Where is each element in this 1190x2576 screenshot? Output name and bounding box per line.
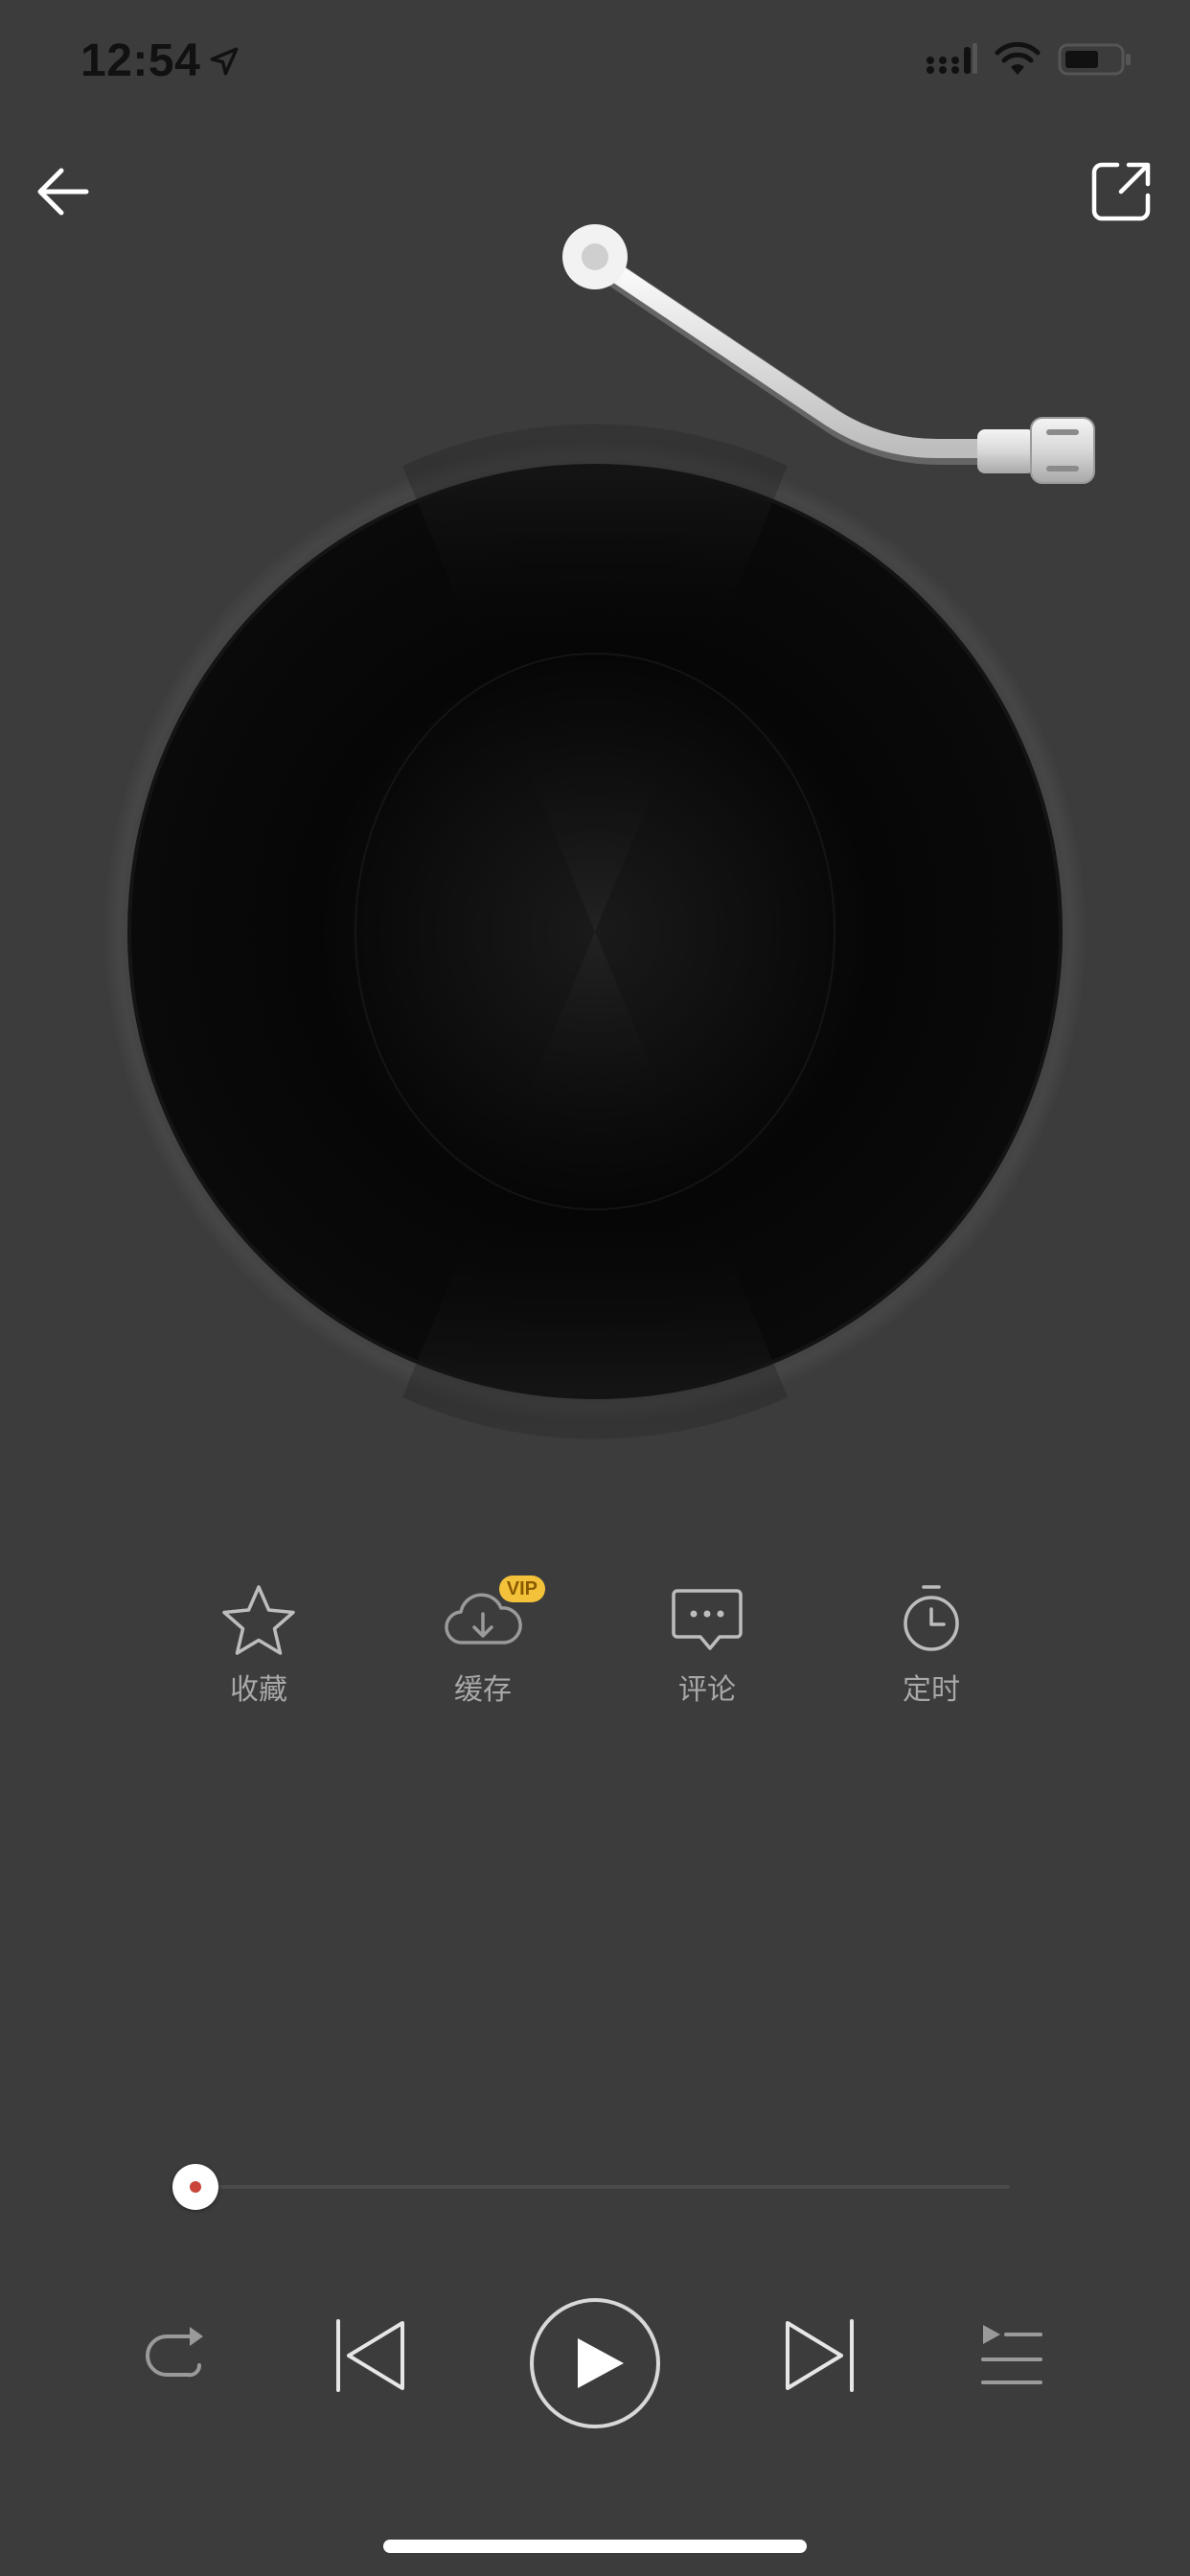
previous-button[interactable] (330, 2317, 406, 2399)
cache-label: 缓存 (454, 1673, 512, 1707)
skip-next-icon (786, 2319, 854, 2392)
playlist-icon (981, 2325, 1042, 2384)
repeat-icon (146, 2327, 203, 2378)
playlist-button[interactable] (973, 2319, 1050, 2401)
star-icon (222, 1585, 295, 1655)
player-screen: { "status_bar": { "time": "12:54" }, "ac… (0, 0, 1190, 2576)
favorite-button[interactable]: 收藏 (182, 1581, 335, 1708)
comment-label: 评论 (678, 1673, 736, 1707)
repeat-button[interactable] (140, 2319, 217, 2401)
timer-button[interactable]: 定时 (855, 1581, 1008, 1708)
progress-slider[interactable] (172, 2164, 1010, 2210)
progress-thumb-dot (190, 2181, 201, 2193)
skip-previous-icon (336, 2319, 404, 2392)
play-button[interactable] (528, 2296, 662, 2435)
comment-button[interactable]: 评论 (630, 1581, 784, 1708)
cache-button[interactable]: VIP 缓存 (406, 1576, 560, 1708)
play-icon (530, 2298, 660, 2428)
timer-label: 定时 (903, 1673, 960, 1707)
turntable (104, 224, 1095, 1439)
favorite-label: 收藏 (230, 1673, 287, 1707)
progress-thumb[interactable] (172, 2164, 218, 2210)
comment-icon (672, 1589, 743, 1650)
vip-badge: VIP (498, 1576, 545, 1602)
timer-icon (904, 1585, 959, 1651)
home-indicator (383, 2540, 807, 2553)
next-button[interactable] (784, 2317, 860, 2399)
